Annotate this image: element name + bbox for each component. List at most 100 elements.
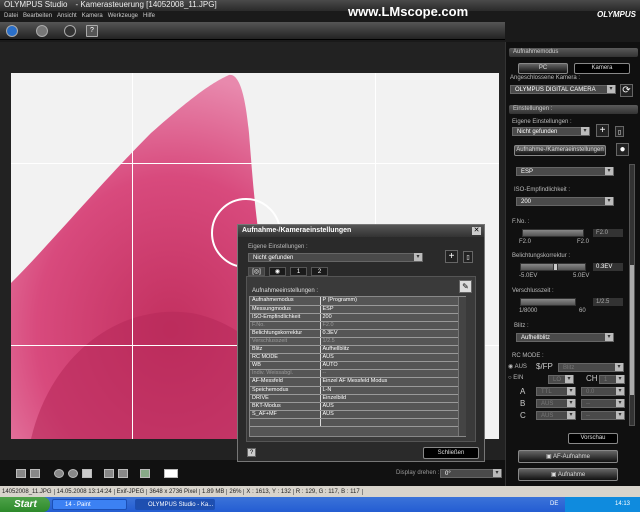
menu-datei[interactable]: Datei (4, 13, 18, 19)
fno-max: F2.0 (577, 239, 590, 245)
table-row[interactable]: Speichemodus L-N (250, 386, 458, 395)
lo-select[interactable]: LO (548, 375, 574, 384)
menu-werkzeuge[interactable]: Werkzeuge (108, 13, 138, 19)
camera-select[interactable]: OLYMPUS DIGITAL CAMERA (510, 85, 616, 94)
timer-icon[interactable] (64, 25, 76, 37)
group-c-mode[interactable]: AUS (536, 411, 576, 420)
group-a-label: A (520, 387, 526, 396)
edit-pencil-icon[interactable]: ✎ (459, 280, 472, 293)
group-b-value[interactable]: -- (581, 399, 625, 408)
setting-value: 1/2.5 (320, 337, 458, 347)
task-paint[interactable]: 14 - Paint (52, 499, 127, 510)
setting-value: AUS (320, 353, 458, 363)
channel-select[interactable]: 1 (599, 375, 625, 384)
mode-camera-button[interactable]: Kamera (574, 63, 630, 74)
dialog-own-settings-select[interactable]: Nicht gefunden (248, 253, 423, 262)
menu-hilfe[interactable]: Hilfe (143, 13, 155, 19)
add-icon[interactable]: + (596, 124, 609, 137)
rotate-left-icon[interactable] (104, 469, 114, 478)
tab-camera[interactable]: ◉ (269, 267, 286, 276)
setting-name: Belichtungskorrektur (250, 329, 321, 338)
tab-custom-1[interactable]: 1 (290, 267, 307, 276)
language-indicator[interactable]: DE (550, 501, 558, 507)
group-a-value[interactable]: 0.0 (581, 387, 625, 396)
shutter-slider[interactable] (520, 298, 576, 306)
rc-off-radio[interactable]: ◉ AUS (508, 363, 527, 370)
olympus-logo: OLYMPUS (597, 10, 636, 19)
fno-slider[interactable] (522, 229, 584, 237)
table-row[interactable]: RC MODE AUS (250, 353, 458, 363)
rotate-right-icon[interactable] (118, 469, 128, 478)
camera-settings-icon[interactable]: ● (616, 143, 629, 156)
iso-select[interactable]: 200 (516, 197, 614, 206)
fno-label: F.No. : (512, 219, 530, 225)
background-color-picker[interactable] (164, 469, 178, 478)
table-row[interactable]: DRIVE Einzelbild (250, 394, 458, 403)
status-dimensions: 3648 x 2736 Pixel (147, 488, 201, 495)
setting-value: AUTO (320, 361, 458, 371)
grid-icon[interactable] (140, 469, 150, 478)
dialog-trash-icon[interactable]: ▯ (463, 251, 473, 263)
viewer-toolbar: Display drehen : 0° (0, 460, 505, 486)
exposure-slider[interactable] (520, 263, 586, 271)
help-icon[interactable]: ? (86, 25, 98, 37)
tab-custom-2[interactable]: 2 (311, 267, 328, 276)
table-scrollbar[interactable] (458, 297, 466, 436)
table-row[interactable]: Blitz Aufhellblitz (250, 345, 458, 355)
table-row[interactable]: S_AF+MF AUS (250, 410, 458, 419)
menu-ansicht[interactable]: Ansicht (57, 13, 77, 19)
setting-value: Aufhellblitz (320, 345, 458, 355)
shoot-settings-button[interactable]: Aufnahme-/Kameraeinstellungen (514, 145, 606, 156)
shoot-button[interactable]: ▣ Aufnahme (518, 468, 618, 481)
table-row[interactable]: Messungmodus ESP (250, 305, 458, 314)
dialog-help-icon[interactable]: ? (247, 448, 256, 457)
dialog-add-icon[interactable]: + (445, 250, 458, 263)
metering-select[interactable]: ESP (516, 167, 614, 176)
close-icon[interactable]: ✕ (472, 227, 481, 235)
group-b-mode[interactable]: AUS (536, 399, 576, 408)
mode-pc-button[interactable]: PC (518, 63, 568, 74)
table-row[interactable]: ISO-Empfindlichkeit 200 (250, 313, 458, 322)
own-settings-select[interactable]: Nicht gefunden (512, 127, 590, 136)
tab-shooting[interactable]: [◎] (248, 267, 265, 276)
globe-icon[interactable] (6, 25, 18, 37)
fp-select[interactable]: Blitz (558, 363, 624, 372)
menu-bearbeiten[interactable]: Bearbeiten (23, 13, 52, 19)
zoom-in-icon[interactable] (54, 469, 64, 478)
group-a-mode[interactable]: TTL (536, 387, 576, 396)
menu-kamera[interactable]: Kamera (82, 13, 103, 19)
setting-name: WB (250, 361, 321, 371)
camera-control-panel: Aufnahmemodus PC Kamera Angeschlossene K… (505, 42, 640, 486)
trash-icon[interactable]: ▯ (615, 126, 624, 137)
table-row[interactable]: Belichtungskorrektur 0.3EV (250, 329, 458, 338)
af-shoot-button[interactable]: ▣ AF-Aufnahme (518, 450, 618, 463)
group-c-value[interactable]: -- (581, 411, 625, 420)
settings-scrollbar[interactable] (629, 164, 635, 426)
exposure-slider-thumb[interactable] (552, 263, 558, 271)
start-button[interactable]: Start (0, 497, 50, 512)
table-row[interactable]: F.No. F2.0 (250, 321, 458, 330)
setting-name: RC MODE (250, 353, 321, 363)
print-icon[interactable] (16, 469, 26, 478)
table-row[interactable]: Indiv. Weissabgl. -- (250, 369, 458, 379)
zoom-out-icon[interactable] (68, 469, 78, 478)
table-row[interactable]: BKT-Modus AUS (250, 402, 458, 411)
table-row[interactable]: WB AUTO (250, 361, 458, 371)
setting-name: Messungmodus (250, 305, 321, 314)
hand-icon[interactable] (82, 469, 92, 478)
task-olympus-studio[interactable]: OLYMPUS Studio - Ka... (135, 499, 215, 510)
table-row[interactable] (250, 418, 458, 428)
menu-bar: Datei Bearbeiten Ansicht Kamera Werkzeug… (0, 11, 500, 21)
flash-select[interactable]: Aufhellblitz (516, 333, 614, 342)
dialog-close-button[interactable]: Schließen (423, 447, 479, 459)
rc-on-radio[interactable]: ○ EIN (508, 375, 523, 381)
app-name: OLYMPUS Studio (4, 0, 68, 9)
table-row[interactable]: Verschlusszeit 1/2.5 (250, 337, 458, 347)
rotate-select[interactable]: 0° (440, 469, 502, 478)
refresh-icon[interactable]: ⟳ (620, 84, 633, 97)
table-row[interactable]: AF-Messfeld Einzel AF Messfeld Modus (250, 377, 458, 387)
settings-icon[interactable] (36, 25, 48, 37)
table-row[interactable]: Aufnahmemodus P (Programm) (250, 297, 458, 306)
preview-button[interactable]: Vorschau (568, 433, 618, 444)
fit-icon[interactable] (30, 469, 40, 478)
